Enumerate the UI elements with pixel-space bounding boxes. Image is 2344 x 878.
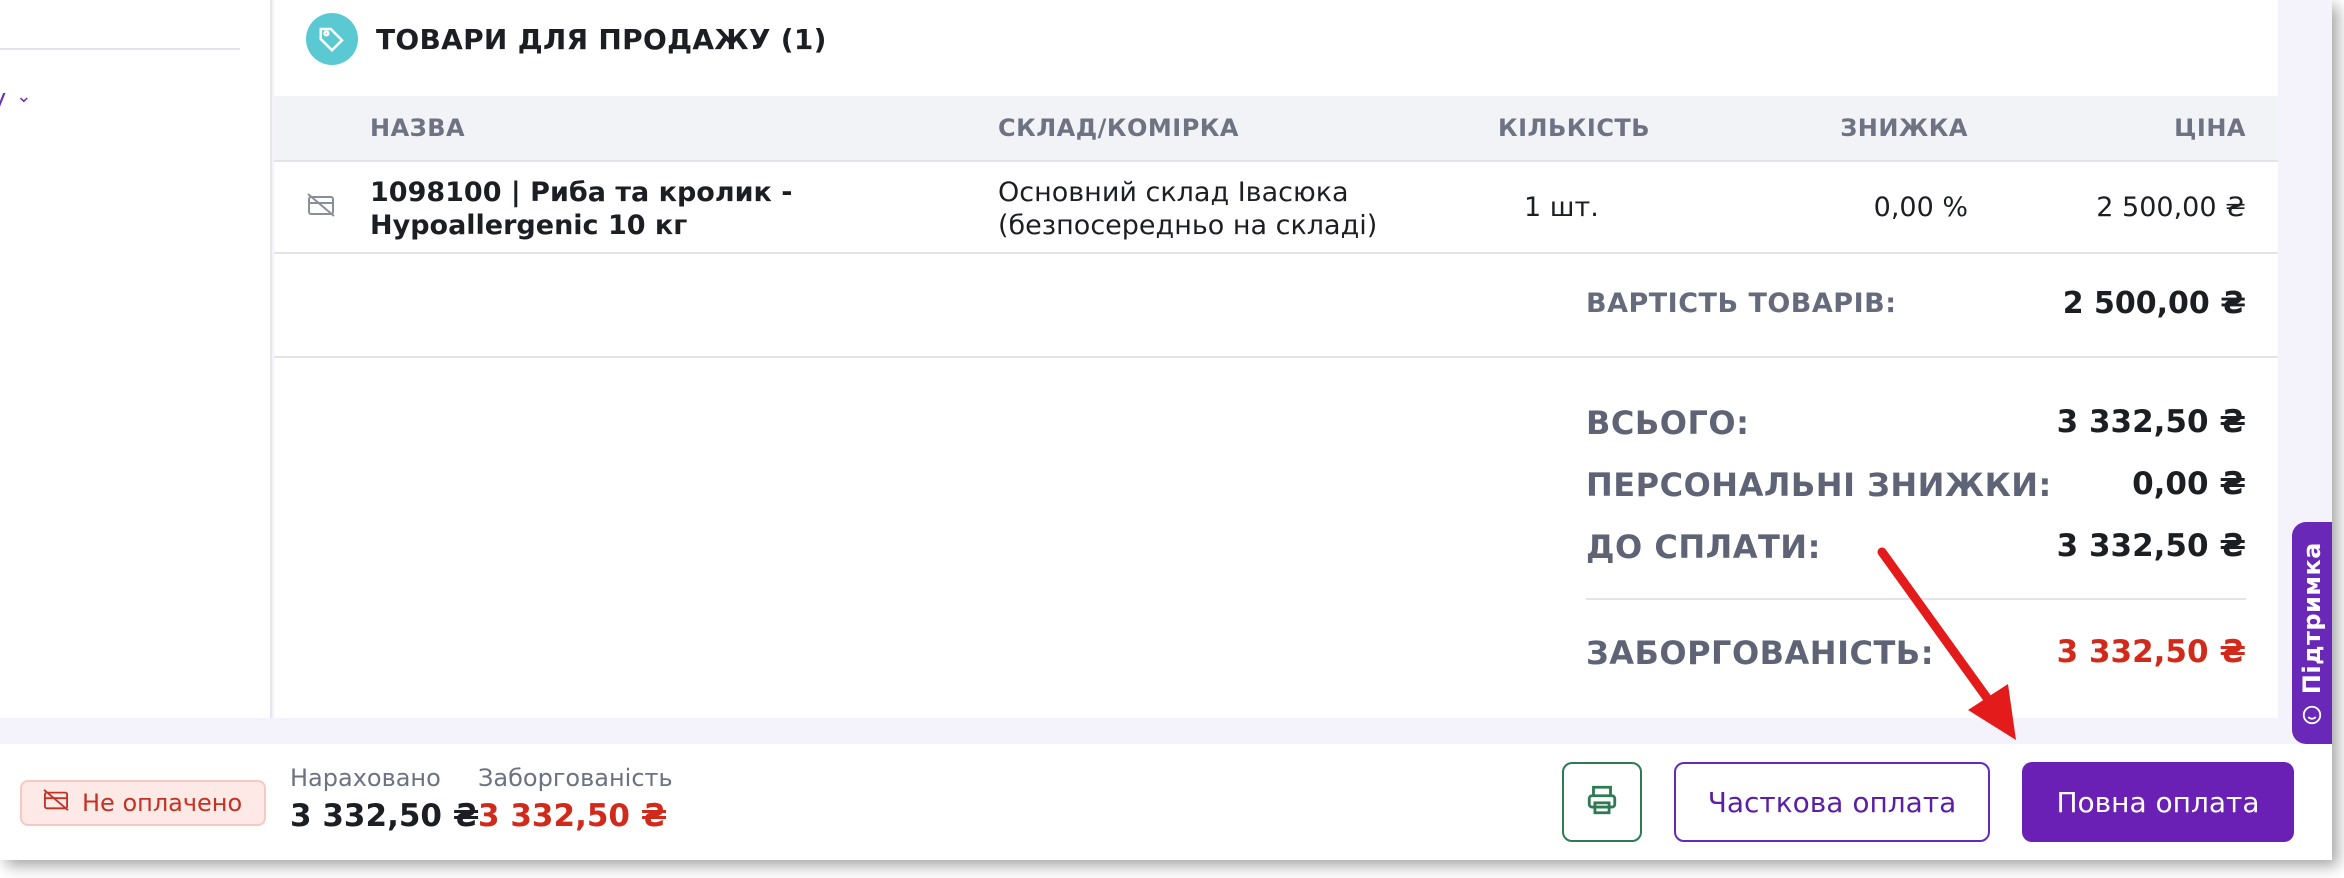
accrued-block: Нараховано 3 332,50 ₴ (290, 764, 479, 834)
left-link-label: у (0, 84, 6, 112)
printer-icon (1584, 783, 1620, 821)
goods-total-label: ВАРТІСТЬ ТОВАРІВ: (1586, 288, 1897, 319)
bottom-bar: Не оплачено Нараховано 3 332,50 ₴ Заборг… (0, 744, 2332, 860)
totals-divider (1586, 598, 2246, 600)
qty-cell: 1 шт. (1524, 192, 1599, 223)
col-qty: КІЛЬКІСТЬ (1498, 114, 1651, 142)
to-pay-label: ДО СПЛАТИ: (1586, 528, 1821, 566)
warehouse-line2: (безпосередньо на складі) (998, 210, 1378, 241)
total-label: ВСЬОГО: (1586, 404, 1750, 442)
col-name: НАЗВА (370, 114, 466, 142)
total-value: 3 332,50 ₴ (2056, 404, 2246, 440)
price-cell: 2 500,00 ₴ (2096, 192, 2246, 223)
personal-discount-label: ПЕРСОНАЛЬНІ ЗНИЖКИ: (1586, 466, 2052, 504)
section-title: ТОВАРИ ДЛЯ ПРОДАЖУ (1) (376, 22, 827, 56)
warehouse-line1: Основний склад Івасюка (998, 177, 1349, 208)
bottom-debt-label: Заборгованість (478, 764, 673, 792)
main-panel: ТОВАРИ ДЛЯ ПРОДАЖУ (1) НАЗВА СКЛАД/КОМІР… (274, 0, 2278, 718)
product-name[interactable]: 1098100 | Риба та кролик - Hypoallergeni… (370, 176, 890, 242)
chevron-down-icon: ⌄ (16, 85, 32, 107)
personal-discount-row: ПЕРСОНАЛЬНІ ЗНИЖКИ: 0,00 ₴ (1586, 462, 2246, 510)
personal-discount-value: 0,00 ₴ (2132, 466, 2246, 502)
goods-total-value: 2 500,00 ₴ (2062, 286, 2246, 321)
left-divider (0, 48, 240, 50)
bottom-debt-value: 3 332,50 ₴ (478, 798, 668, 834)
col-warehouse: СКЛАД/КОМІРКА (998, 114, 1239, 142)
product-name-line2: Hypoallergenic 10 кг (370, 210, 688, 241)
unpaid-icon (42, 788, 70, 818)
no-payment-icon (306, 192, 336, 225)
app-frame: у ⌄ ТОВАРИ ДЛЯ ПРОДАЖУ (1) НАЗВА СКЛАД/К… (0, 0, 2332, 860)
product-name-line1: 1098100 | Риба та кролик - (370, 177, 793, 208)
col-discount: ЗНИЖКА (1840, 114, 1968, 142)
support-tab[interactable]: Підтримка (2292, 522, 2332, 744)
left-dropdown-link[interactable]: у ⌄ (0, 84, 31, 112)
debt-value: 3 332,50 ₴ (2056, 634, 2246, 670)
support-icon (2301, 704, 2323, 730)
to-pay-value: 3 332,50 ₴ (2056, 528, 2246, 564)
debt-row: ЗАБОРГОВАНІСТЬ: 3 332,50 ₴ (1586, 630, 2246, 678)
accrued-label: Нараховано (290, 764, 441, 792)
totals-block: ВСЬОГО: 3 332,50 ₴ ПЕРСОНАЛЬНІ ЗНИЖКИ: 0… (1586, 358, 2246, 718)
status-badge: Не оплачено (20, 780, 267, 826)
col-price: ЦІНА (2174, 114, 2246, 142)
section-header: ТОВАРИ ДЛЯ ПРОДАЖУ (1) (306, 12, 827, 66)
left-column: у ⌄ (0, 0, 272, 718)
to-pay-row: ДО СПЛАТИ: 3 332,50 ₴ (1586, 524, 2246, 572)
discount-cell: 0,00 % (1873, 192, 1968, 223)
support-label: Підтримка (2298, 541, 2326, 694)
full-payment-button[interactable]: Повна оплата (2022, 762, 2294, 842)
total-row: ВСЬОГО: 3 332,50 ₴ (1586, 400, 2246, 448)
accrued-value: 3 332,50 ₴ (290, 798, 480, 834)
status-badge-label: Не оплачено (82, 789, 243, 817)
table-header: НАЗВА СКЛАД/КОМІРКА КІЛЬКІСТЬ ЗНИЖКА ЦІН… (274, 96, 2278, 162)
table-row[interactable]: 1098100 | Риба та кролик - Hypoallergeni… (274, 162, 2278, 254)
print-button[interactable] (1562, 762, 1642, 842)
tag-icon (306, 13, 358, 65)
goods-total-row: ВАРТІСТЬ ТОВАРІВ: 2 500,00 ₴ (274, 254, 2278, 358)
partial-payment-button[interactable]: Часткова оплата (1674, 762, 1990, 842)
debt-block: Заборгованість 3 332,50 ₴ (478, 764, 673, 834)
debt-label: ЗАБОРГОВАНІСТЬ: (1586, 634, 1934, 672)
warehouse-cell: Основний склад Івасюка (безпосередньо на… (998, 176, 1418, 242)
